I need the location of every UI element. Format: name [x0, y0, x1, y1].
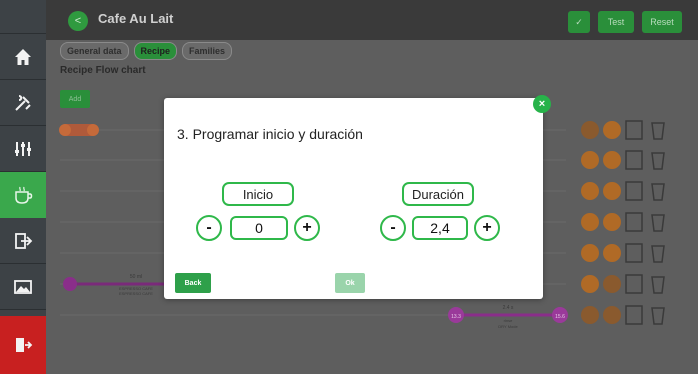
inicio-value-field[interactable]: 0 [230, 216, 288, 240]
flow-start-node[interactable] [63, 277, 77, 291]
gallery-icon[interactable] [0, 264, 46, 310]
modal-title: 3. Programar inicio y duración [177, 126, 363, 142]
duracion-decrement-button[interactable]: - [380, 215, 406, 241]
flow-sub-label: rinse [504, 318, 513, 323]
flow-sub-label: DRY Mode [498, 324, 518, 329]
inicio-decrement-button[interactable]: - [196, 215, 222, 241]
logout-icon[interactable] [0, 316, 46, 374]
flow-duration-label: 2.4 s [503, 305, 514, 311]
import-icon[interactable] [0, 218, 46, 264]
inicio-increment-button[interactable]: + [294, 215, 320, 241]
sidebar [0, 0, 46, 374]
flow-step-label: 50 ml [130, 274, 142, 280]
sidebar-blank [0, 0, 46, 34]
modal-back-button[interactable]: Back [175, 273, 211, 293]
flow-end-label: 15.6 [555, 314, 565, 320]
settings-sliders-icon[interactable] [0, 126, 46, 172]
duracion-increment-button[interactable]: + [474, 215, 500, 241]
flow-step-name: ESPRESSO CAFE [119, 291, 153, 296]
duracion-label: Duración [402, 182, 474, 206]
home-icon[interactable] [0, 34, 46, 80]
row-controls [581, 120, 665, 325]
flow-start-label: 13.3 [451, 314, 461, 320]
inicio-label: Inicio [222, 182, 294, 206]
schedule-modal: 3. Programar inicio y duración Inicio - … [164, 98, 543, 299]
modal-ok-button[interactable]: Ok [335, 273, 365, 293]
tools-icon[interactable] [0, 80, 46, 126]
close-icon[interactable]: × [533, 95, 551, 113]
recipes-icon[interactable] [0, 172, 46, 218]
duracion-value-field[interactable]: 2,4 [412, 216, 468, 240]
